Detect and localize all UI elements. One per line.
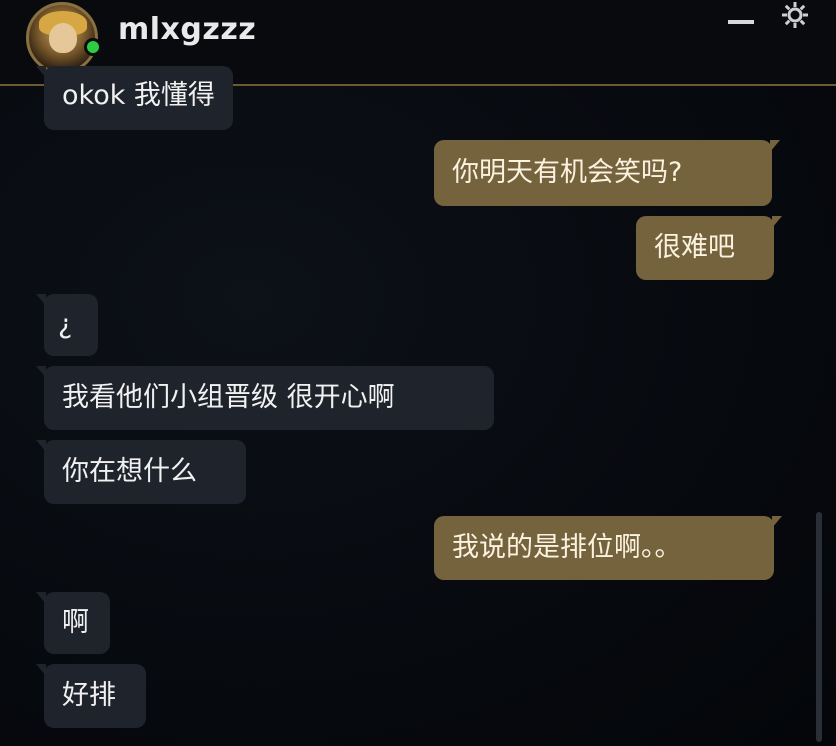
message-bubble-incoming: 好排 — [36, 664, 146, 728]
message-bubble-incoming: ¿ — [36, 294, 98, 356]
gear-icon[interactable] — [780, 0, 810, 30]
avatar[interactable] — [26, 2, 98, 74]
chat-window: mlxgzzz okok 我懂得 你明天有机会笑吗? 很难吧 ¿ 我看他们小组晋… — [0, 0, 836, 746]
message-bubble-outgoing: 我说的是排位啊。。 — [434, 516, 782, 580]
message-list[interactable]: okok 我懂得 你明天有机会笑吗? 很难吧 ¿ 我看他们小组晋级 很开心啊 你… — [0, 66, 836, 746]
message-bubble-outgoing: 你明天有机会笑吗? — [434, 140, 780, 206]
online-status-icon — [84, 38, 102, 56]
scrollbar[interactable] — [816, 512, 822, 742]
avatar-face — [49, 23, 77, 53]
message-bubble-incoming: 我看他们小组晋级 很开心啊 — [36, 366, 494, 430]
username: mlxgzzz — [118, 12, 257, 47]
message-bubble-incoming: 啊 — [36, 592, 110, 654]
message-bubble-outgoing: 很难吧 — [636, 216, 782, 280]
message-bubble-incoming: okok 我懂得 — [36, 66, 233, 130]
minimize-icon[interactable] — [728, 6, 754, 32]
message-bubble-incoming: 你在想什么 — [36, 440, 246, 504]
